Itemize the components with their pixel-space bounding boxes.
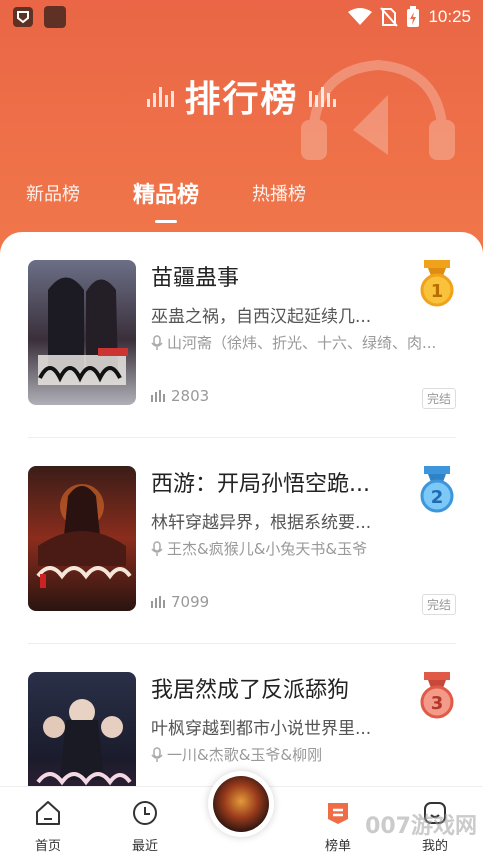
- rank-number: 2: [431, 487, 444, 508]
- list-item[interactable]: 我居然成了反派舔狗 叶枫穿越到都市小说世界里... 一川&杰歌&玉爷&柳刚 3: [28, 644, 456, 792]
- rank-number: 3: [431, 693, 444, 714]
- rank-3-medal-icon: 3: [420, 672, 454, 724]
- nav-label: 榜单: [324, 839, 351, 854]
- notification-icon: [44, 6, 66, 28]
- rank-2-medal-icon: 2: [420, 466, 454, 518]
- status-time: 10:25: [428, 7, 471, 26]
- wifi-icon: [348, 8, 373, 25]
- sound-bars-right-icon: [308, 85, 336, 107]
- microphone-icon: [151, 540, 163, 556]
- book-author: 一川&杰歌&玉爷&柳刚: [151, 744, 456, 765]
- status-badge: 完结: [421, 594, 456, 615]
- author-text: 一川&杰歌&玉爷&柳刚: [167, 746, 323, 764]
- page-title: 排行榜: [184, 79, 299, 120]
- nav-home[interactable]: 首页: [18, 799, 78, 854]
- sound-bars-left-icon: [147, 85, 175, 107]
- play-count-value: 2803: [171, 387, 210, 405]
- book-author: 山河斋（徐炜、折光、十六、绿绮、肉...: [151, 332, 456, 353]
- nav-label: 最近: [131, 839, 158, 854]
- shield-icon: [12, 6, 34, 28]
- book-description: 林轩穿越异界，根据系统要...: [151, 513, 372, 533]
- now-playing-disc[interactable]: [208, 771, 274, 837]
- tab-hot[interactable]: 热播榜: [252, 180, 306, 212]
- book-author: 王杰&疯猴儿&小兔天书&玉爷: [151, 538, 456, 559]
- ranking-icon: [328, 803, 348, 824]
- play-count-icon: [151, 596, 165, 608]
- book-cover[interactable]: [28, 466, 136, 611]
- list-item[interactable]: 苗疆蛊事 巫蛊之祸，自西汉起延续几... 山河斋（徐炜、折光、十六、绿绮、肉..…: [28, 232, 456, 412]
- rank-number: 1: [431, 281, 444, 302]
- home-icon: [36, 801, 60, 825]
- microphone-icon: [151, 746, 163, 762]
- book-description: 叶枫穿越到都市小说世界里...: [151, 719, 372, 739]
- ranking-tabs: 新品榜 精品榜 热播榜: [26, 177, 359, 223]
- play-count: 2803: [151, 387, 209, 405]
- play-count-value: 7099: [171, 593, 210, 611]
- book-cover[interactable]: [28, 672, 136, 792]
- nav-label: 首页: [34, 839, 61, 854]
- play-count-icon: [151, 390, 165, 402]
- book-title: 西游：开局孙悟空跪...: [151, 472, 370, 497]
- book-title: 苗疆蛊事: [151, 266, 240, 291]
- no-sim-icon: [380, 7, 399, 27]
- microphone-icon: [151, 334, 163, 350]
- list-item[interactable]: 西游：开局孙悟空跪... 林轩穿越异界，根据系统要... 王杰&疯猴儿&小兔天书…: [28, 438, 456, 618]
- watermark: 007游戏网: [365, 814, 477, 839]
- rank-1-medal-icon: 1: [420, 260, 454, 312]
- battery-icon: [407, 6, 420, 27]
- status-bar: 10:25: [0, 0, 483, 34]
- tab-new[interactable]: 新品榜: [26, 180, 80, 212]
- play-count: 7099: [151, 593, 209, 611]
- nav-recent[interactable]: 最近: [115, 799, 175, 854]
- book-title: 我居然成了反派舔狗: [151, 678, 350, 703]
- ranking-list: 苗疆蛊事 巫蛊之祸，自西汉起延续几... 山河斋（徐炜、折光、十六、绿绮、肉..…: [0, 232, 483, 792]
- author-text: 山河斋（徐炜、折光、十六、绿绮、肉...: [167, 334, 437, 352]
- tab-premium[interactable]: 精品榜: [133, 177, 199, 223]
- nav-ranking[interactable]: 榜单: [308, 799, 368, 854]
- clock-icon: [133, 801, 157, 825]
- header: 10:25 排行榜 新品榜 精品榜 热播榜: [0, 0, 483, 260]
- book-description: 巫蛊之祸，自西汉起延续几...: [151, 307, 372, 327]
- author-text: 王杰&疯猴儿&小兔天书&玉爷: [167, 540, 368, 558]
- now-playing-cover: [213, 776, 269, 832]
- book-cover[interactable]: [28, 260, 136, 405]
- status-badge: 完结: [421, 388, 456, 409]
